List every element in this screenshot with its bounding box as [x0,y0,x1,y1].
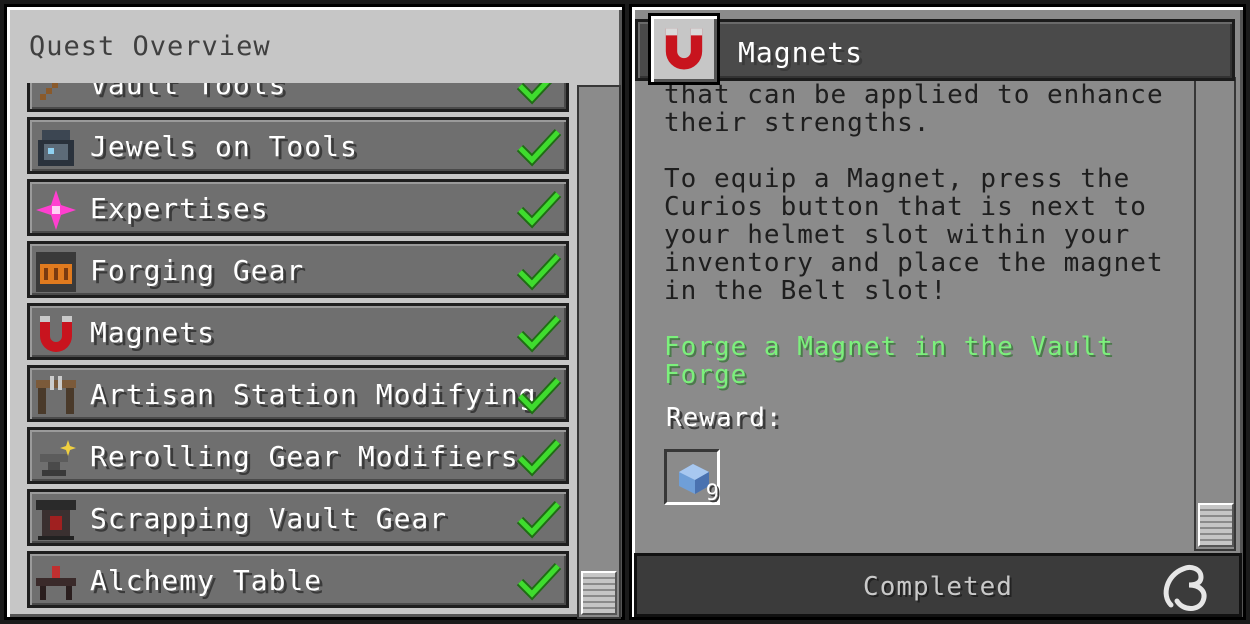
scroll-thumb[interactable] [581,571,617,615]
quest-row-magnets[interactable]: Magnets [27,303,569,360]
vault-forge-icon [36,252,76,292]
checkmark-icon [516,314,562,353]
reward-count: 9 [705,481,719,506]
quest-list: Vault Tools Jewels on Tools Expertises F… [25,83,575,616]
reward-slot[interactable]: 9 [664,449,720,506]
checkmark-icon [516,190,562,229]
alchemy-table-icon [36,566,76,600]
detail-scrollbar[interactable] [1194,77,1236,551]
quest-label: Forging Gear [90,254,305,287]
quest-status-bar: Completed [634,553,1242,617]
checkmark-icon [516,252,562,291]
quest-row-scrapping-vault-gear[interactable]: Scrapping Vault Gear [27,489,569,546]
sparkle-star-icon [36,190,76,230]
scroll-thumb[interactable] [1198,503,1234,547]
quest-label: Scrapping Vault Gear [90,502,448,535]
quest-list-scrollbar[interactable] [577,85,621,619]
quest-row-artisan-station[interactable]: Artisan Station Modifying [27,365,569,422]
jewel-case-icon [38,130,74,166]
pickaxe-icon [40,83,58,100]
quest-label: Artisan Station Modifying [90,378,537,411]
checkmark-icon [516,128,562,167]
quest-row-jewels-on-tools[interactable]: Jewels on Tools [27,117,569,174]
quest-header: Magnets [635,19,1235,81]
magnet-icon [40,316,72,352]
status-text: Completed [863,572,1013,602]
quest-row-alchemy-table[interactable]: Alchemy Table [27,551,569,608]
quest-label: Alchemy Table [90,564,323,597]
quest-overview-panel: Quest Overview Vault Tools Jewels on Too… [4,4,625,620]
magnet-icon [665,28,703,70]
anvil-sparkle-icon [40,440,76,476]
quest-label: Rerolling Gear Modifiers [90,440,519,473]
artisan-station-icon [36,376,76,414]
checkmark-icon [516,438,562,477]
quest-label: Magnets [90,316,216,349]
panel-title: Quest Overview [29,31,271,62]
quest-label: Jewels on Tools [90,130,358,163]
recycler-icon [36,500,76,540]
quest-row-forging-gear[interactable]: Forging Gear [27,241,569,298]
checkmark-icon [516,500,562,539]
checkmark-icon [516,376,562,415]
checkmark-icon [516,562,562,601]
description-paragraph-2: To equip a Magnet, press the Curios butt… [664,164,1164,306]
quest-row-rerolling-gear[interactable]: Rerolling Gear Modifiers [27,427,569,484]
quest-row-vault-tools[interactable]: Vault Tools [27,83,569,112]
quest-title: Magnets [738,36,864,69]
quest-description: that can be applied to enhance their str… [636,77,1189,549]
description-paragraph-1: that can be applied to enhance their str… [664,80,1164,138]
checkmark-icon [516,83,553,105]
quest-label: Vault Tools [90,83,287,101]
quest-detail-panel: that can be applied to enhance their str… [629,4,1246,620]
watermark-logo-icon [1163,564,1207,611]
quest-goal: Forge a Magnet in the Vault Forge [664,332,1114,390]
quest-label: Expertises [90,192,269,225]
quest-icon-frame [648,13,720,85]
quest-row-expertises[interactable]: Expertises [27,179,569,236]
reward-label: Reward: [666,403,783,433]
